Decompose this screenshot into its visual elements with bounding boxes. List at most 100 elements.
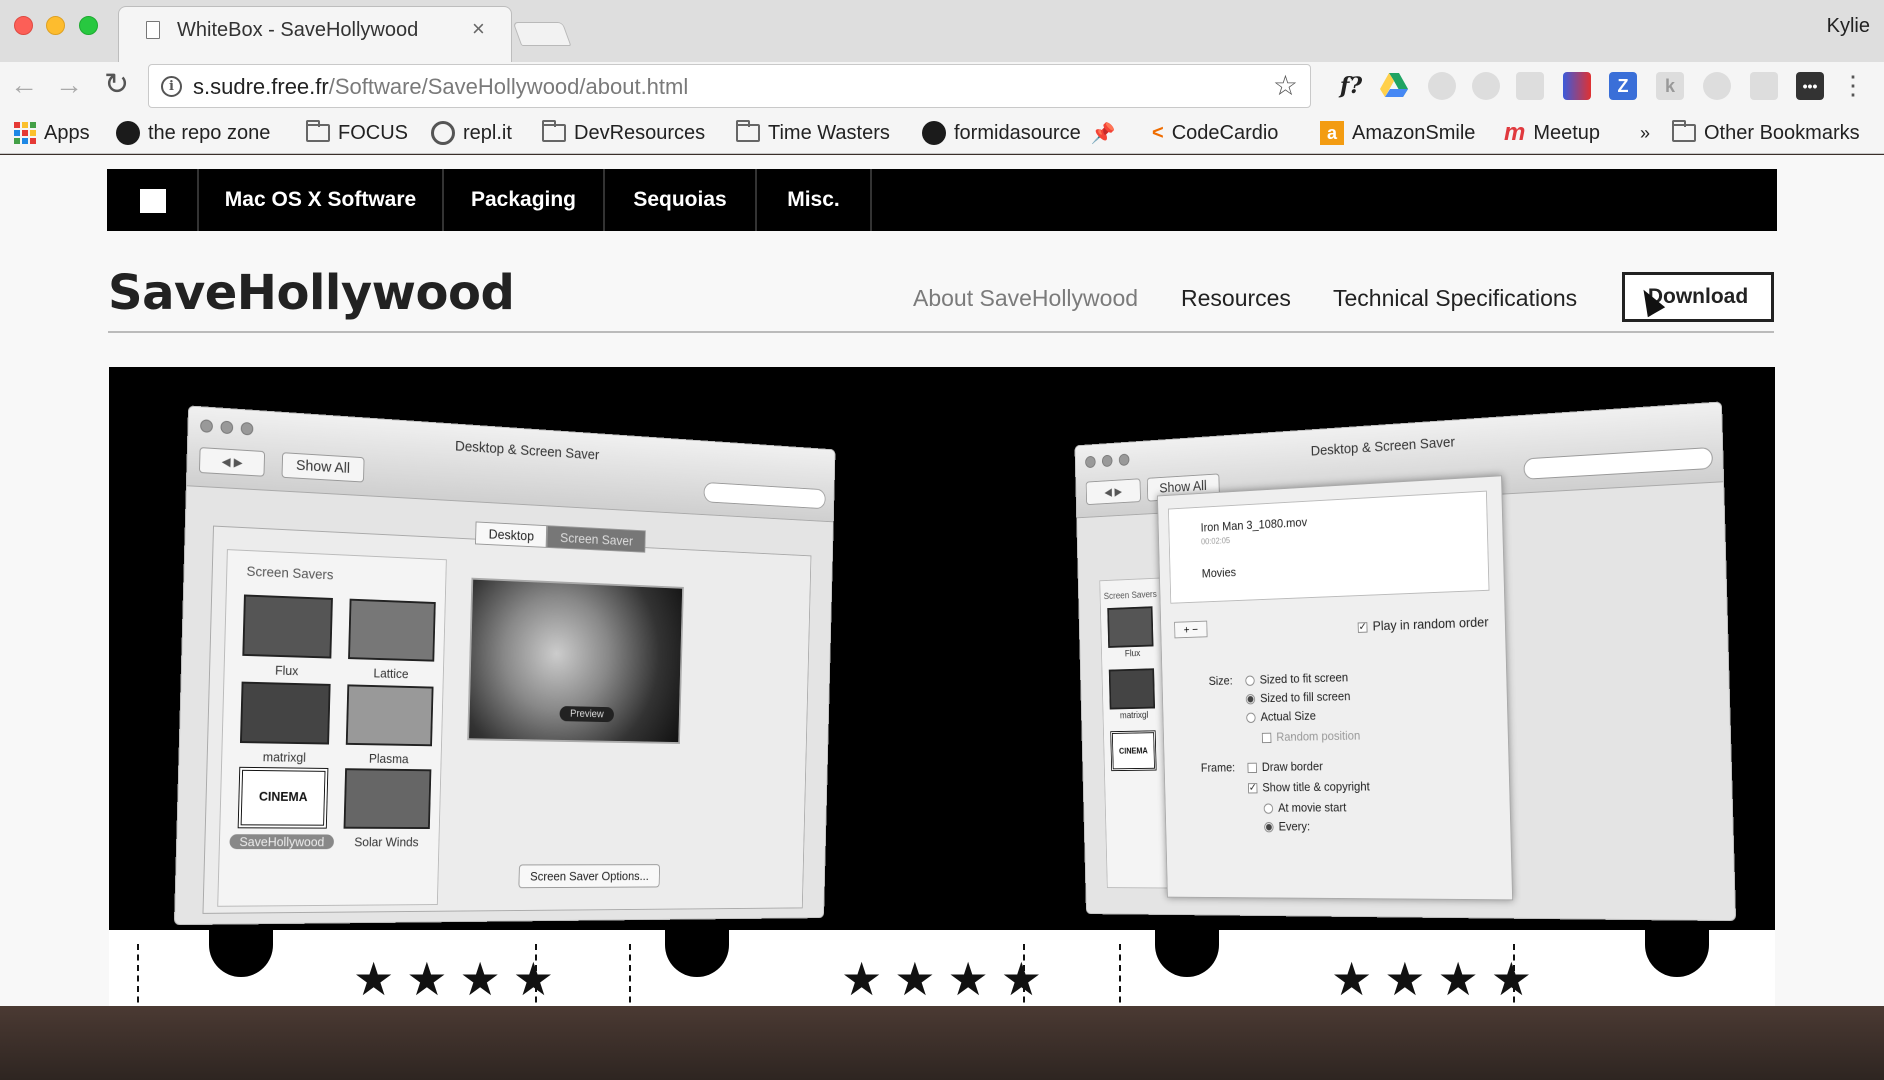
site-info-icon[interactable]: i bbox=[161, 76, 182, 97]
screen-saver-list: Screen Savers Flux matrixgl CINEMA bbox=[1099, 578, 1168, 889]
saver-label-selected: SaveHollywood bbox=[229, 834, 334, 849]
cinema-ticket-strip: ★★★★ ★★★★ ★★★★ bbox=[109, 927, 1775, 1006]
web-page: Mac OS X Software Packaging Sequoias Mis… bbox=[0, 155, 1884, 1006]
bookmark-replit[interactable]: repl.it bbox=[431, 120, 512, 146]
saver-label: Plasma bbox=[338, 751, 439, 767]
extension-swirl-icon[interactable] bbox=[1472, 72, 1500, 100]
screen-saver-prefs-window-right: Desktop & Screen Saver ◀ ▶ Show All Scre… bbox=[1074, 401, 1736, 921]
zoom-window-button[interactable] bbox=[79, 16, 98, 35]
saver-thumb-solar-winds bbox=[344, 768, 432, 829]
frame-suboption-selected: Every: bbox=[1264, 819, 1310, 833]
forward-arrow-icon[interactable]: → bbox=[55, 70, 83, 100]
window-titlebar: Desktop & Screen Saver ◀ ▶ Show All bbox=[187, 406, 835, 522]
minimize-window-button[interactable] bbox=[46, 16, 65, 35]
frame-option: Draw border bbox=[1247, 759, 1323, 774]
tab-title[interactable]: WhiteBox - SaveHollywood bbox=[177, 19, 418, 42]
size-label: Size: bbox=[1208, 673, 1232, 688]
profile-name[interactable]: Kylie bbox=[1827, 15, 1870, 38]
folder-icon bbox=[736, 124, 760, 142]
apps-grid-icon bbox=[14, 122, 36, 144]
extension-bar-icon[interactable] bbox=[1563, 72, 1591, 100]
amazon-icon: a bbox=[1320, 121, 1344, 145]
zotero-z-icon[interactable]: Z bbox=[1609, 72, 1637, 100]
new-tab-button[interactable] bbox=[513, 22, 572, 46]
subnav-resources[interactable]: Resources bbox=[1181, 285, 1291, 312]
list-header: Screen Savers bbox=[246, 563, 333, 582]
screen-saver-preview: Preview bbox=[467, 578, 684, 744]
desktop-wallpaper bbox=[0, 1006, 1884, 1080]
saver-thumb-cinema: CINEMA bbox=[238, 767, 329, 829]
meetup-icon: m bbox=[1504, 119, 1525, 147]
github-icon bbox=[922, 121, 946, 145]
frame-option-checked: ✓ Show title & copyright bbox=[1248, 779, 1370, 794]
saver-label: Solar Winds bbox=[336, 835, 437, 850]
site-top-nav: Mac OS X Software Packaging Sequoias Mis… bbox=[107, 169, 1777, 231]
bookmark-formidasource[interactable]: formidasource 📌 bbox=[922, 120, 1116, 146]
browser-menu-icon[interactable]: ⋮ bbox=[1840, 72, 1866, 98]
folder-icon bbox=[542, 124, 566, 142]
bookmark-codecardio[interactable]: < CodeCardio bbox=[1152, 120, 1278, 146]
bookmark-other-bookmarks[interactable]: Other Bookmarks bbox=[1672, 120, 1860, 146]
saver-thumb-flux bbox=[242, 594, 333, 658]
bookmarks-bar: Apps the repo zone FOCUS repl.it DevReso… bbox=[0, 113, 1884, 154]
subnav-about[interactable]: About SaveHollywood bbox=[913, 285, 1138, 312]
hero-screenshot: Desktop & Screen Saver ◀ ▶ Show All Scre… bbox=[109, 367, 1775, 1006]
extension-dots-icon[interactable]: ••• bbox=[1796, 72, 1824, 100]
subnav-technical-specifications[interactable]: Technical Specifications bbox=[1333, 285, 1577, 312]
bookmark-devresources[interactable]: DevResources bbox=[542, 120, 705, 146]
page-title: SaveHollywood bbox=[108, 265, 514, 321]
bookmark-focus[interactable]: FOCUS bbox=[306, 120, 408, 146]
size-option-selected: Sized to fill screen bbox=[1246, 689, 1351, 706]
segment-desktop: Desktop bbox=[475, 521, 547, 547]
nav-arrows-icon: ◀ ▶ bbox=[199, 447, 265, 477]
search-field bbox=[703, 482, 825, 509]
browser-toolbar: ← → ↻ i s.sudre.free.fr/Software/SaveHol… bbox=[0, 62, 1884, 113]
home-link[interactable] bbox=[107, 169, 199, 231]
back-arrow-icon[interactable]: ← bbox=[10, 70, 38, 100]
bookmark-amazonsmile[interactable]: a AmazonSmile bbox=[1320, 120, 1475, 146]
size-option: Actual Size bbox=[1246, 708, 1316, 723]
replit-icon bbox=[431, 121, 455, 145]
page-document-icon bbox=[146, 21, 160, 39]
star-rating-icon: ★★★★ bbox=[353, 952, 566, 1006]
checkbox-icon: ✓ bbox=[1358, 622, 1368, 633]
address-bar[interactable]: i s.sudre.free.fr/Software/SaveHollywood… bbox=[148, 64, 1311, 108]
fx-extension-icon[interactable]: f? bbox=[1333, 72, 1369, 100]
bookmark-apps[interactable]: Apps bbox=[14, 120, 90, 146]
play-random-order: ✓ Play in random order bbox=[1358, 614, 1489, 634]
preview-button: Preview bbox=[559, 706, 614, 722]
nav-misc[interactable]: Misc. bbox=[757, 169, 872, 231]
nav-arrows-icon: ◀ ▶ bbox=[1086, 478, 1141, 505]
close-window-button[interactable] bbox=[14, 16, 33, 35]
bookmarks-overflow-chevron[interactable]: » bbox=[1640, 120, 1650, 146]
saver-label: Lattice bbox=[340, 665, 441, 682]
frame-suboption: At movie start bbox=[1264, 800, 1347, 815]
prefs-panel: Screen Savers Flux Lattice matrixgl Plas… bbox=[202, 526, 811, 914]
extension-gray-icon[interactable] bbox=[1428, 72, 1456, 100]
savehollywood-options-sheet: Iron Man 3_1080.mov 00:02:05 Movies + − … bbox=[1157, 475, 1513, 900]
nav-packaging[interactable]: Packaging bbox=[444, 169, 605, 231]
url-text[interactable]: s.sudre.free.fr/Software/SaveHollywood/a… bbox=[193, 74, 688, 100]
tab-close-icon[interactable]: × bbox=[472, 18, 485, 40]
extension-k-icon[interactable]: k bbox=[1656, 72, 1684, 100]
pin-icon: 📌 bbox=[1091, 121, 1116, 146]
screen-saver-prefs-window-left: Desktop & Screen Saver ◀ ▶ Show All Scre… bbox=[174, 405, 836, 925]
show-all-button: Show All bbox=[282, 452, 365, 482]
extension-cloud-icon[interactable] bbox=[1703, 72, 1731, 100]
bookmark-the-repo-zone[interactable]: the repo zone bbox=[116, 120, 270, 146]
google-drive-icon[interactable] bbox=[1380, 72, 1408, 100]
reload-icon[interactable]: ↻ bbox=[104, 70, 129, 100]
extension-gear-icon[interactable] bbox=[1750, 72, 1778, 100]
extension-camera-icon[interactable] bbox=[1516, 72, 1544, 100]
bookmark-star-icon[interactable]: ☆ bbox=[1273, 71, 1298, 101]
ticket-notch bbox=[1645, 927, 1709, 977]
bookmark-time-wasters[interactable]: Time Wasters bbox=[736, 120, 890, 146]
saver-thumb-flux bbox=[1107, 606, 1153, 648]
random-position-option: Random position bbox=[1262, 728, 1361, 744]
nav-sequoias[interactable]: Sequoias bbox=[605, 169, 757, 231]
github-icon bbox=[116, 121, 140, 145]
bookmark-meetup[interactable]: m Meetup bbox=[1504, 120, 1600, 146]
saver-thumb-plasma bbox=[346, 684, 434, 746]
codecardio-icon: < bbox=[1152, 122, 1164, 145]
nav-mac-os-x-software[interactable]: Mac OS X Software bbox=[199, 169, 444, 231]
